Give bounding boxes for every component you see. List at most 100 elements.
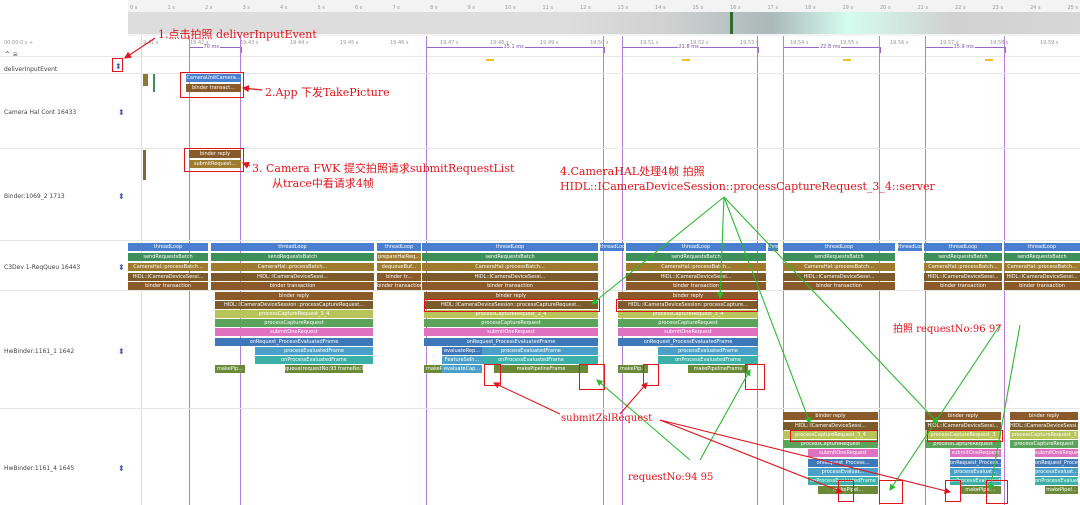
slice-on-process-evaluated[interactable]: onProcessEvaluatedFrame	[658, 356, 758, 364]
lane-separator	[0, 73, 1080, 74]
slice-on-request[interactable]: onRequest_ProcessEvaluatedFrame	[618, 338, 758, 346]
slice-thread-loop[interactable]: threadLoop	[377, 243, 421, 251]
slice-binder-transaction[interactable]: binder transaction	[783, 282, 895, 290]
slice-process-capture[interactable]: processCaptureRequest	[1010, 440, 1078, 448]
slice-process-capture[interactable]: processCaptureRequest	[215, 319, 373, 327]
slice-send-requests-batch[interactable]: sendRequestsBatch	[783, 253, 895, 261]
pin-icon[interactable]: ⬍	[118, 347, 125, 356]
slice-on-request[interactable]: onRequest_Process...	[808, 459, 878, 467]
slice-submit-one-request[interactable]: submitOneRequest	[1035, 449, 1078, 457]
slice-process-evaluated[interactable]: processEvaluatedFrame	[255, 347, 373, 355]
slice-hidl-session[interactable]: HIDL::ICameraDeviceSessi...	[211, 273, 374, 281]
slice-process-capture-34[interactable]: processCaptureRequest_3	[1010, 431, 1078, 439]
slice-process-capture-34[interactable]: processCaptureRequest_3_4	[215, 310, 373, 318]
slice-process-capture[interactable]: processCaptureRequest	[424, 319, 598, 327]
slice-make-pipeline[interactable]: makePipelineFrame	[494, 365, 588, 373]
slice-process-evaluated[interactable]: processEvaluat...	[1035, 468, 1078, 476]
slice-process-evaluated[interactable]: processEvaluatedFrame	[464, 347, 598, 355]
slice-send-requests-batch[interactable]: sendRequestsBatch	[422, 253, 598, 261]
slice-on-request[interactable]: onRequest_ProcessEvaluatedFrame	[215, 338, 373, 346]
slice-thread-loop[interactable]: threadLoop	[1004, 243, 1080, 251]
slice-send-requests-batch[interactable]: sendRequestsBatch	[924, 253, 1002, 261]
pin-icon[interactable]: ⬍	[118, 263, 125, 272]
pin-icon[interactable]: ⬍	[118, 108, 125, 117]
slice-hidl-session[interactable]: HIDL::ICameraDeviceSessi...	[924, 273, 1002, 281]
slice-binder-reply[interactable]: binder reply	[925, 412, 1001, 420]
timeline-tick: 0 s	[130, 5, 138, 11]
slice-submit-one-request[interactable]: submitOneRequest	[950, 449, 1001, 457]
slice-hidl-session[interactable]: HIDL::ICameraDeviceSessi...	[1010, 422, 1078, 430]
slice-make-pipeline[interactable]: queue(requestNo:93 frameNo:93	[285, 365, 363, 373]
slice-binder-reply[interactable]: binder reply	[215, 292, 373, 300]
slice-submit-one-request[interactable]: submitOneRequest	[618, 328, 758, 336]
slice-binder-transaction[interactable]: binder transaction	[211, 282, 374, 290]
slice-hidl-session[interactable]: HIDL::ICameraDeviceSessi...	[925, 422, 1001, 430]
slice-binder-reply[interactable]: binder reply	[1010, 412, 1078, 420]
slice-hidl-process-capture[interactable]: HIDL::ICameraDeviceSession::processCaptu…	[215, 301, 373, 309]
slice-thread-loop[interactable]: threadLoop	[626, 243, 766, 251]
slice-thread-loop[interactable]: threadLoop	[422, 243, 598, 251]
slice-make-pipeline[interactable]: makePipel...	[1045, 486, 1078, 494]
slice-camerahal-batch[interactable]: CameraHal::processBatch...	[128, 263, 208, 271]
slice-binder-transaction[interactable]: binder transaction	[377, 282, 421, 290]
slice-on-request[interactable]: onRequest_Process...	[1035, 459, 1078, 467]
slice-submit-one-request[interactable]: submitOneRequest	[424, 328, 598, 336]
slice-process-evaluated[interactable]: processEvaluat...	[808, 468, 878, 476]
slice-hidl-session[interactable]: HIDL::ICameraDeviceSessi...	[1004, 273, 1080, 281]
slice-send-requests-batch[interactable]: sendRequestsBatch	[128, 253, 208, 261]
slice-on-process-evaluated[interactable]: onProcessEvaluatedFrame	[255, 356, 373, 364]
timeline-tick: 14 s	[655, 5, 666, 11]
slice-hidl-session[interactable]: HIDL::ICameraDeviceSessi...	[783, 422, 878, 430]
slice-hidl-session[interactable]: HIDL::ICameraDeviceSessi...	[783, 273, 895, 281]
slice-thread-loop[interactable]: threadLoop	[600, 243, 624, 251]
slice-camerahal-batch[interactable]: CameraHal::processBatch...	[1004, 263, 1080, 271]
slice-hidl-session[interactable]: HIDL::ICameraDeviceSessi...	[626, 273, 766, 281]
slice-binder-tr[interactable]: binder tr...	[377, 273, 421, 281]
pin-icon[interactable]: ⬍	[115, 62, 122, 71]
slice-binder-transaction[interactable]: binder transaction	[626, 282, 766, 290]
slice-camerahal-batch[interactable]: CameraHal::processBatch...	[211, 263, 374, 271]
slice-evaluate-cap[interactable]: evaluateCap...	[442, 365, 482, 373]
slice-thread-loop[interactable]: threadLoop	[898, 243, 922, 251]
slice-camerahal-batch[interactable]: CameraHal::processBatch...	[626, 263, 766, 271]
slice-thread-loop[interactable]: threadLoop	[783, 243, 895, 251]
slice-binder-transaction[interactable]: binder transaction	[422, 282, 598, 290]
slice-binder-transaction[interactable]: binder transaction	[1004, 282, 1080, 290]
slice-on-request[interactable]: onRequest_Process...	[950, 459, 1001, 467]
slice-send-requests-batch[interactable]: sendRequestsBatch	[1004, 253, 1080, 261]
slice-prepare[interactable]: prepareHalReq...	[377, 253, 421, 261]
collapse-icon[interactable]: ⌃ ≡	[4, 50, 18, 59]
slice-camerahal-batch[interactable]: CameraHal::processBatch...	[924, 263, 1002, 271]
timeline-tick: 20 s	[880, 5, 891, 11]
slice-hidl-session[interactable]: HIDL::ICameraDeviceSessi...	[422, 273, 598, 281]
slice-camerahal-batch[interactable]: CameraHal::processBatch...	[422, 263, 598, 271]
slice-camerahal-batch[interactable]: CameraHal::processBatch...	[783, 263, 895, 271]
slice-make-pip[interactable]: makePip...	[215, 365, 245, 373]
slice-submit-one-request[interactable]: submitOneRequest	[808, 449, 878, 457]
slice-process-evaluated[interactable]: processEvaluat...	[950, 468, 1001, 476]
slice-hidl-session[interactable]: HIDL::ICameraDeviceSessi...	[128, 273, 208, 281]
slice-make-pipeline[interactable]: makePipelineFrame	[688, 365, 748, 373]
binder-small-slice	[143, 150, 146, 180]
slice-on-process-evaluated[interactable]: onProcessEvaluatedFrame	[1035, 477, 1078, 485]
slice-process-capture[interactable]: processCaptureRequest	[618, 319, 758, 327]
slice-dequeue[interactable]: dequeueBuf...	[377, 263, 421, 271]
slice-process-evaluated[interactable]: processEvaluatedFrame	[658, 347, 758, 355]
slice-on-request[interactable]: onRequest_ProcessEvaluatedFrame	[424, 338, 598, 346]
slice-submit-one-request[interactable]: submitOneRequest	[215, 328, 373, 336]
pin-icon[interactable]: ⬍	[118, 192, 125, 201]
slice-binder-reply[interactable]: binder reply	[783, 412, 878, 420]
timeline-tick: 13 s	[617, 5, 629, 11]
slice-thread-loop[interactable]: threadLoop	[768, 243, 778, 251]
slice-binder-transaction[interactable]: binder transaction	[924, 282, 1002, 290]
slice-send-requests-batch[interactable]: sendRequestsBatch	[211, 253, 374, 261]
slice-binder-transaction[interactable]: binder transaction	[128, 282, 208, 290]
slice-send-requests-batch[interactable]: sendRequestsBatch	[626, 253, 766, 261]
slice-evaluate-rep[interactable]: evaluateRep...	[442, 347, 482, 355]
slice-thread-loop[interactable]: threadLoop	[211, 243, 374, 251]
slice-on-process-evaluated[interactable]: onProcessEvaluatedFrame	[464, 356, 598, 364]
slice-thread-loop[interactable]: threadLoop	[924, 243, 1002, 251]
slice-thread-loop[interactable]: threadLoop	[128, 243, 208, 251]
slice-feature[interactable]: FeatureSelh...	[442, 356, 482, 364]
pin-icon[interactable]: ⬍	[118, 464, 125, 473]
